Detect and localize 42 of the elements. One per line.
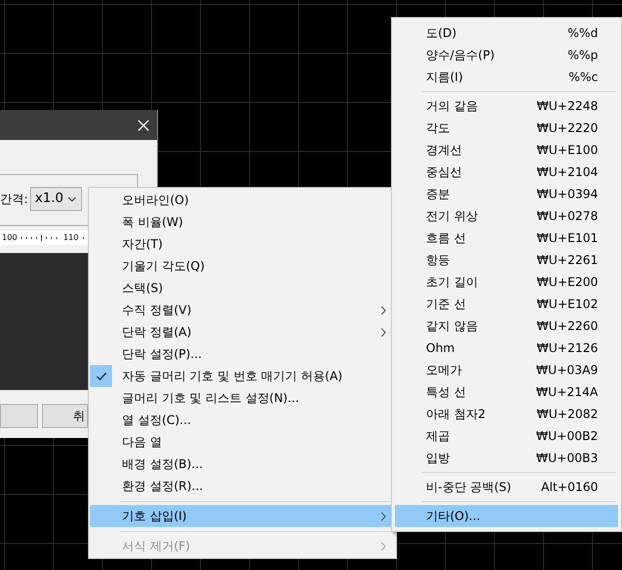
menu-item[interactable]: 열 설정(C)...: [90, 409, 395, 431]
menu-item[interactable]: 초기 길이 ₩U+E200: [395, 271, 618, 293]
menu-item[interactable]: 같지 않음 ₩U+2260: [395, 315, 618, 337]
menu-item[interactable]: 기울기 각도(Q): [90, 255, 395, 277]
menu-item[interactable]: 오버라인(O): [90, 189, 395, 211]
menu-item[interactable]: 중심선 ₩U+2104: [395, 161, 618, 183]
menu-item[interactable]: 스택(S): [90, 277, 395, 299]
menu-item[interactable]: 아래 첨자2 ₩U+2082: [395, 403, 618, 425]
dialog-button[interactable]: 취: [42, 404, 88, 428]
close-icon[interactable]: [138, 120, 149, 130]
menu-item[interactable]: 다음 열: [90, 431, 395, 453]
menu-item[interactable]: 자동 글머리 기호 및 번호 매기기 허용(A): [90, 365, 395, 387]
menu-item[interactable]: 특성 선 ₩U+214A: [395, 381, 618, 403]
spacing-label: 간격:: [0, 191, 28, 208]
menu-item[interactable]: 항등 ₩U+2261: [395, 249, 618, 271]
menu-item[interactable]: 글머리 기호 및 리스트 설정(N)...: [90, 387, 395, 409]
ruler-label: 100: [2, 232, 18, 244]
menu-item[interactable]: 각도 ₩U+2220: [395, 117, 618, 139]
spacing-dropdown[interactable]: x1.0: [30, 187, 82, 211]
menu-item[interactable]: 수직 정렬(V): [90, 299, 395, 321]
menu-item[interactable]: Ohm ₩U+2126: [395, 337, 618, 359]
ruler-label: 110: [63, 232, 79, 244]
menu-item[interactable]: 흐름 선 ₩U+E101: [395, 227, 618, 249]
menu-item[interactable]: 기준 선 ₩U+E102: [395, 293, 618, 315]
menu-item[interactable]: 도(D) %%d: [395, 22, 618, 44]
menu-item[interactable]: 환경 설정(R)...: [90, 475, 395, 497]
menu-item[interactable]: 증분 ₩U+0394: [395, 183, 618, 205]
menu-item[interactable]: 배경 설정(B)...: [90, 453, 395, 475]
menu-item[interactable]: 제곱 ₩U+00B2: [395, 425, 618, 447]
menu-item[interactable]: 양수/음수(P) %%p: [395, 44, 618, 66]
menu-item[interactable]: 기타(O)...: [395, 505, 618, 527]
menu-item[interactable]: 오메가 ₩U+03A9: [395, 359, 618, 381]
menu-item[interactable]: 전기 위상 ₩U+0278: [395, 205, 618, 227]
menu-item[interactable]: 단락 설정(P)...: [90, 343, 395, 365]
menu-item[interactable]: 비-중단 공백(S) Alt+0160: [395, 476, 618, 498]
menu-item[interactable]: 거의 같음 ₩U+2248: [395, 95, 618, 117]
menu-item[interactable]: 경계선 ₩U+E100: [395, 139, 618, 161]
menu-item[interactable]: 자간(T): [90, 233, 395, 255]
menu-item[interactable]: 폭 비율(W): [90, 211, 395, 233]
menu-item[interactable]: 단락 정렬(A): [90, 321, 395, 343]
menu-item[interactable]: 입방 ₩U+00B3: [395, 447, 618, 469]
menu-item[interactable]: 지름(I) %%c: [395, 66, 618, 88]
